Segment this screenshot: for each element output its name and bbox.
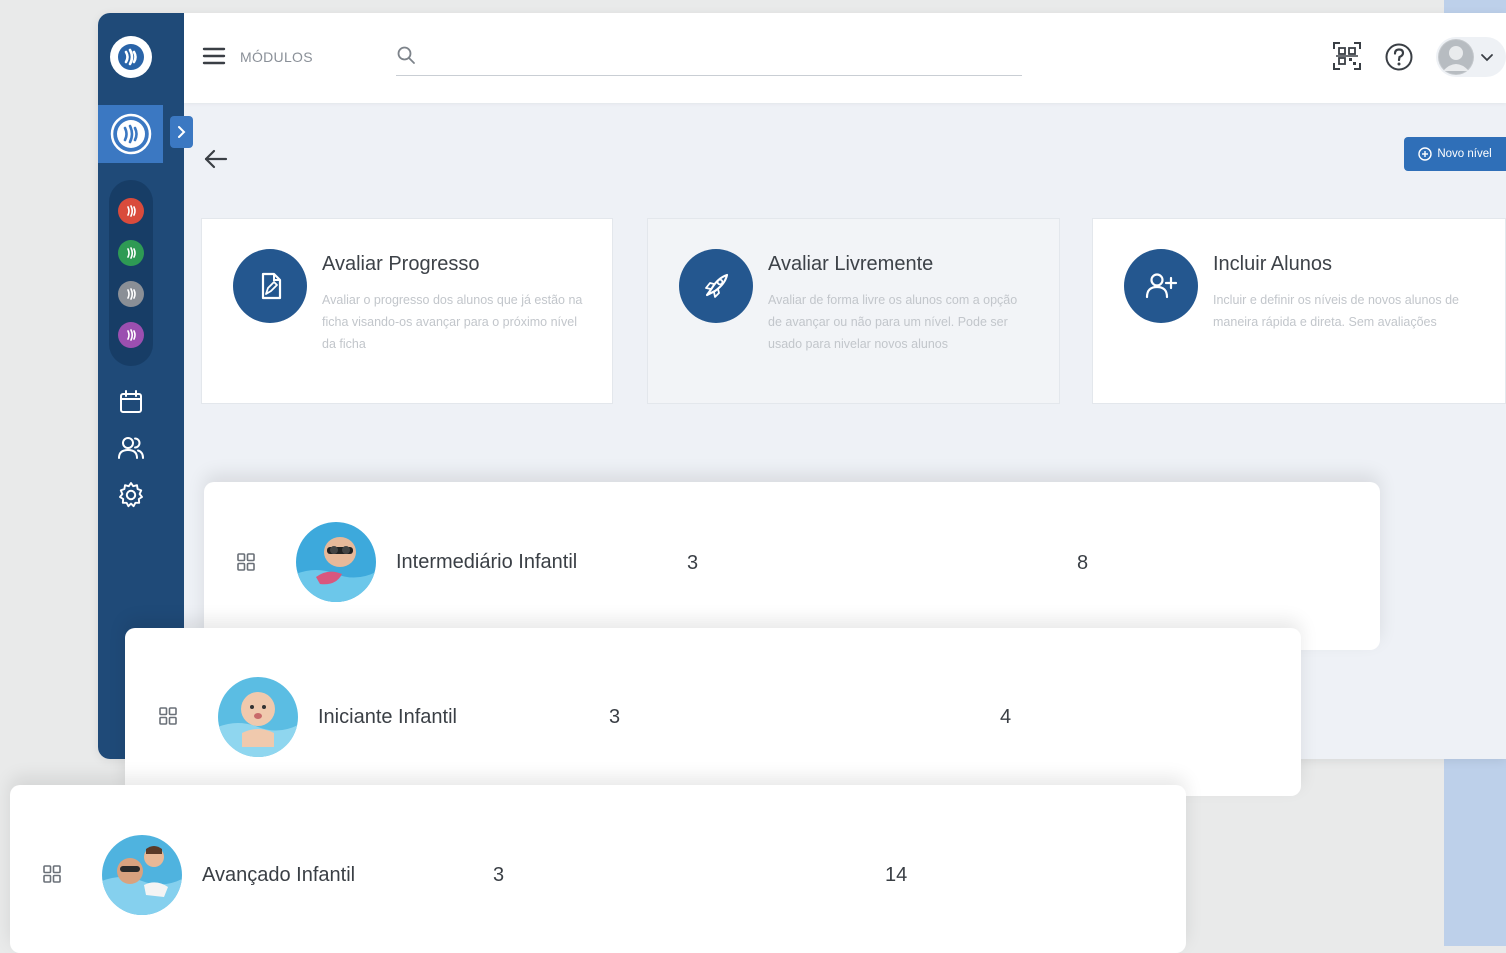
new-level-label: Novo nível <box>1437 148 1492 160</box>
level-value-b: 14 <box>885 864 908 886</box>
child-swimming-image <box>296 522 376 602</box>
action-title: Avaliar Livremente <box>768 253 934 275</box>
add-user-icon <box>1145 273 1178 299</box>
module-red-button[interactable] <box>118 198 144 224</box>
action-title: Incluir Alunos <box>1213 253 1332 275</box>
action-icon-circle <box>1124 249 1198 323</box>
level-card-intermediario[interactable]: Intermediário Infantil 3 8 <box>204 482 1380 650</box>
chevron-down-icon <box>1481 54 1493 62</box>
menu-icon[interactable] <box>202 45 226 67</box>
module-gray-icon <box>127 288 136 300</box>
action-description: Avaliar de forma livre os alunos com a o… <box>768 293 1018 351</box>
search-input[interactable] <box>426 41 1020 73</box>
action-title: Avaliar Progresso <box>322 253 480 275</box>
level-value-a: 3 <box>609 706 621 728</box>
search-icon <box>397 46 415 64</box>
menu-label: MÓDULOS <box>240 49 313 65</box>
avatar <box>1438 39 1474 75</box>
level-card-avancado[interactable]: Avançado Infantil 3 14 <box>10 785 1186 953</box>
users-icon <box>118 437 144 459</box>
qr-code-icon[interactable] <box>1332 41 1362 71</box>
user-avatar-icon <box>1439 40 1473 74</box>
module-gray-button[interactable] <box>118 281 144 307</box>
drag-grid-icon[interactable] <box>42 864 62 884</box>
action-icon-circle <box>233 249 307 323</box>
level-value-b: 8 <box>1077 552 1089 574</box>
help-icon[interactable] <box>1384 42 1414 72</box>
module-green-icon <box>127 247 136 259</box>
add-circle-icon <box>1418 147 1433 161</box>
top-bar: MÓDULOS <box>184 13 1506 103</box>
action-card-avaliar-livremente[interactable]: Avaliar Livremente Avaliar de forma livr… <box>647 218 1060 404</box>
sidebar-item-users[interactable] <box>116 433 146 463</box>
chevron-right-icon <box>177 126 185 138</box>
level-name: Avançado Infantil <box>202 864 356 886</box>
kids-swimming-image <box>102 835 182 915</box>
back-arrow-icon[interactable] <box>202 145 230 173</box>
gear-icon <box>119 482 143 508</box>
level-name: Intermediário Infantil <box>396 551 578 573</box>
search-bar <box>396 39 1022 76</box>
level-card-iniciante[interactable]: Iniciante Infantil 3 4 <box>125 628 1301 796</box>
sidebar-expand-button[interactable] <box>170 116 193 148</box>
modules-icon <box>110 113 151 155</box>
module-green-button[interactable] <box>118 240 144 266</box>
sidebar-item-modules[interactable] <box>98 105 163 163</box>
level-name: Iniciante Infantil <box>318 706 457 728</box>
user-menu[interactable] <box>1436 37 1506 77</box>
action-icon-circle <box>679 249 753 323</box>
level-value-a: 3 <box>493 864 505 886</box>
level-photo <box>102 835 182 915</box>
calendar-icon <box>120 390 142 413</box>
sidebar-item-settings[interactable] <box>116 480 146 510</box>
action-description: Incluir e definir os níveis de novos alu… <box>1213 293 1459 329</box>
logo[interactable] <box>110 36 152 78</box>
level-value-a: 3 <box>687 552 699 574</box>
sidebar-item-calendar[interactable] <box>116 387 146 417</box>
module-purple-icon <box>127 329 136 341</box>
action-card-avaliar-progresso[interactable]: Avaliar Progresso Avaliar o progresso do… <box>201 218 613 404</box>
drag-grid-icon[interactable] <box>236 552 256 572</box>
level-photo <box>218 677 298 757</box>
level-value-b: 4 <box>1000 706 1012 728</box>
module-purple-button[interactable] <box>118 322 144 348</box>
drag-grid-icon[interactable] <box>158 706 178 726</box>
module-switcher <box>109 180 153 366</box>
module-red-icon <box>127 205 136 217</box>
baby-swimming-image <box>218 677 298 757</box>
document-edit-icon <box>261 272 282 300</box>
action-card-incluir-alunos[interactable]: Incluir Alunos Incluir e definir os níve… <box>1092 218 1506 404</box>
level-photo <box>296 522 376 602</box>
rocket-icon <box>705 273 729 298</box>
action-description: Avaliar o progresso dos alunos que já es… <box>322 293 583 351</box>
new-level-button[interactable]: Novo nível <box>1404 137 1506 171</box>
brand-logo-icon <box>118 44 144 70</box>
